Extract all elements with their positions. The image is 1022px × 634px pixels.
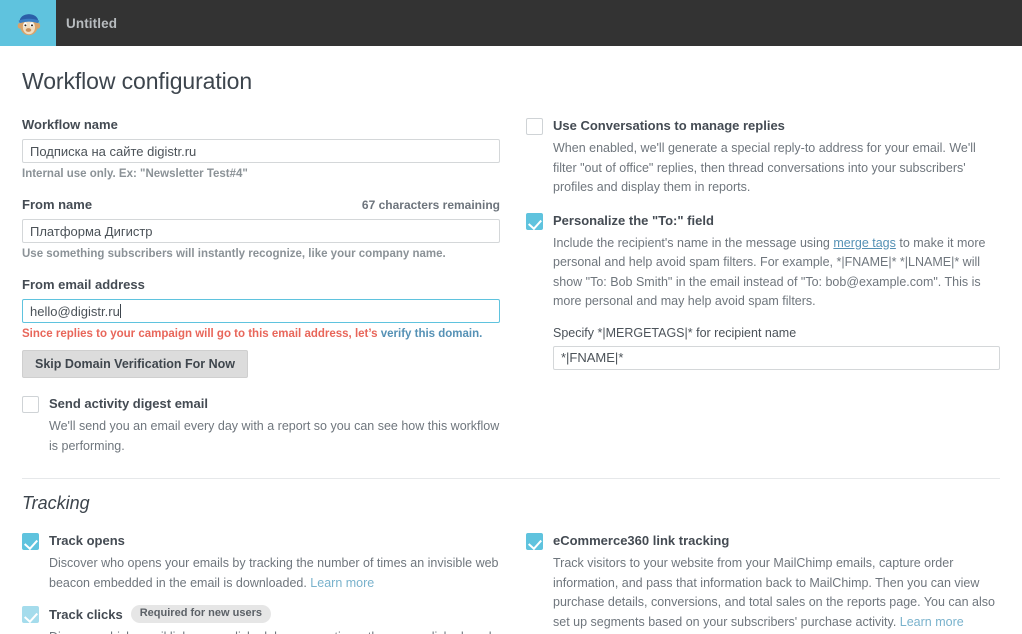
ecommerce360-row: eCommerce360 link tracking Track visitor… xyxy=(526,532,1000,632)
workflow-name-help: Internal use only. Ex: "Newsletter Test#… xyxy=(22,168,248,180)
track-opens-desc: Discover who opens your emails by tracki… xyxy=(49,554,500,593)
skip-domain-verification-button[interactable]: Skip Domain Verification For Now xyxy=(22,350,249,378)
track-clicks-title: Track clicks Required for new users xyxy=(49,605,500,623)
conversations-title: Use Conversations to manage replies xyxy=(553,118,785,133)
track-clicks-desc: Discover which email links were clicked,… xyxy=(49,628,500,634)
from-email-field-group: From email address hello@digistr.ru Sinc… xyxy=(22,277,500,378)
from-name-input[interactable] xyxy=(22,219,500,243)
activity-digest-checkbox[interactable] xyxy=(22,396,39,413)
tracking-left-column: Track opens Discover who opens your emai… xyxy=(22,518,500,634)
workflow-name-field-group: Workflow name Internal use only. Ex: "Ne… xyxy=(22,117,500,180)
track-clicks-row: Track clicks Required for new users Disco… xyxy=(22,605,500,634)
top-bar: Untitled xyxy=(0,0,1022,46)
characters-remaining-counter: 67 characters remaining xyxy=(361,198,500,212)
merge-tags-link[interactable]: merge tags xyxy=(833,236,896,250)
track-clicks-label: Track clicks xyxy=(49,606,123,622)
from-email-label: From email address xyxy=(22,277,145,292)
track-opens-checkbox[interactable] xyxy=(22,533,39,550)
activity-digest-body: Send activity digest email We'll send yo… xyxy=(49,395,500,456)
track-opens-row: Track opens Discover who opens your emai… xyxy=(22,532,500,593)
workflow-title: Untitled xyxy=(66,15,118,31)
conversations-checkbox[interactable] xyxy=(526,118,543,135)
track-opens-desc-text: Discover who opens your emails by tracki… xyxy=(49,556,499,590)
text-caret xyxy=(119,304,121,318)
conversations-desc: When enabled, we'll generate a special r… xyxy=(553,141,976,194)
personalize-to-title: Personalize the "To:" field xyxy=(553,212,714,228)
tracking-section-title: Tracking xyxy=(22,493,90,513)
track-opens-title: Track opens xyxy=(49,533,125,548)
personalize-to-row: Personalize the "To:" field Include the … xyxy=(526,212,1000,370)
tracking-right-column: eCommerce360 link tracking Track visitor… xyxy=(500,518,1000,634)
from-name-label: From name xyxy=(22,197,93,212)
from-name-field-group: From name 67 characters remaining Use so… xyxy=(22,197,500,260)
ecommerce360-body: eCommerce360 link tracking Track visitor… xyxy=(553,532,1000,632)
workflow-name-label: Workflow name xyxy=(22,117,118,132)
settings-columns: Workflow name Internal use only. Ex: "Ne… xyxy=(22,117,1000,456)
page-content: Workflow configuration Workflow name Int… xyxy=(0,68,1022,634)
workflow-name-input[interactable] xyxy=(22,139,500,163)
section-divider xyxy=(22,478,1000,479)
personalize-to-body: Personalize the "To:" field Include the … xyxy=(553,212,1000,370)
freddie-monkey-icon xyxy=(17,14,41,36)
conversations-body: Use Conversations to manage replies When… xyxy=(553,117,1000,198)
activity-digest-desc: We'll send you an email every day with a… xyxy=(49,419,500,453)
merge-tag-field-group: Specify *|MERGETAGS|* for recipient name xyxy=(553,326,1000,370)
mailchimp-freddie-logo-icon[interactable] xyxy=(0,0,56,46)
activity-digest-title: Send activity digest email xyxy=(49,396,208,411)
activity-digest-row: Send activity digest email We'll send yo… xyxy=(22,395,500,456)
from-email-error-text: Since replies to your campaign will go t… xyxy=(22,328,381,340)
verify-domain-link[interactable]: verify this domain. xyxy=(381,328,483,340)
ecommerce360-desc: Track visitors to your website from your… xyxy=(553,554,1000,632)
track-clicks-body: Track clicks Required for new users Disco… xyxy=(49,605,500,634)
track-clicks-required-badge: Required for new users xyxy=(130,605,271,623)
from-email-input[interactable]: hello@digistr.ru xyxy=(22,299,500,323)
from-name-label-row: From name 67 characters remaining xyxy=(22,197,500,219)
personalize-desc-part1: Include the recipient's name in the mess… xyxy=(553,235,834,250)
personalize-to-checkbox[interactable] xyxy=(526,212,543,230)
merge-tag-input[interactable] xyxy=(553,345,1000,370)
tracking-columns: Track opens Discover who opens your emai… xyxy=(22,518,1000,634)
from-email-value: hello@digistr.ru xyxy=(30,304,120,319)
ecommerce360-title: eCommerce360 link tracking xyxy=(553,533,730,548)
ecommerce360-checkbox[interactable] xyxy=(526,533,543,550)
personalize-to-desc: Include the recipient's name in the mess… xyxy=(553,234,1000,312)
page-title: Workflow configuration xyxy=(22,68,253,94)
merge-tag-label: Specify *|MERGETAGS|* for recipient name xyxy=(553,325,797,340)
track-clicks-checkbox[interactable] xyxy=(22,606,39,623)
left-settings-column: Workflow name Internal use only. Ex: "Ne… xyxy=(22,117,500,456)
ecommerce360-learn-more-link[interactable]: Learn more xyxy=(900,615,964,629)
right-settings-column: Use Conversations to manage replies When… xyxy=(500,117,1000,456)
track-opens-body: Track opens Discover who opens your emai… xyxy=(49,532,500,593)
from-name-help: Use something subscribers will instantly… xyxy=(22,248,446,260)
track-opens-learn-more-link[interactable]: Learn more xyxy=(310,576,374,590)
from-email-error: Since replies to your campaign will go t… xyxy=(22,328,500,340)
conversations-row: Use Conversations to manage replies When… xyxy=(526,117,1000,198)
